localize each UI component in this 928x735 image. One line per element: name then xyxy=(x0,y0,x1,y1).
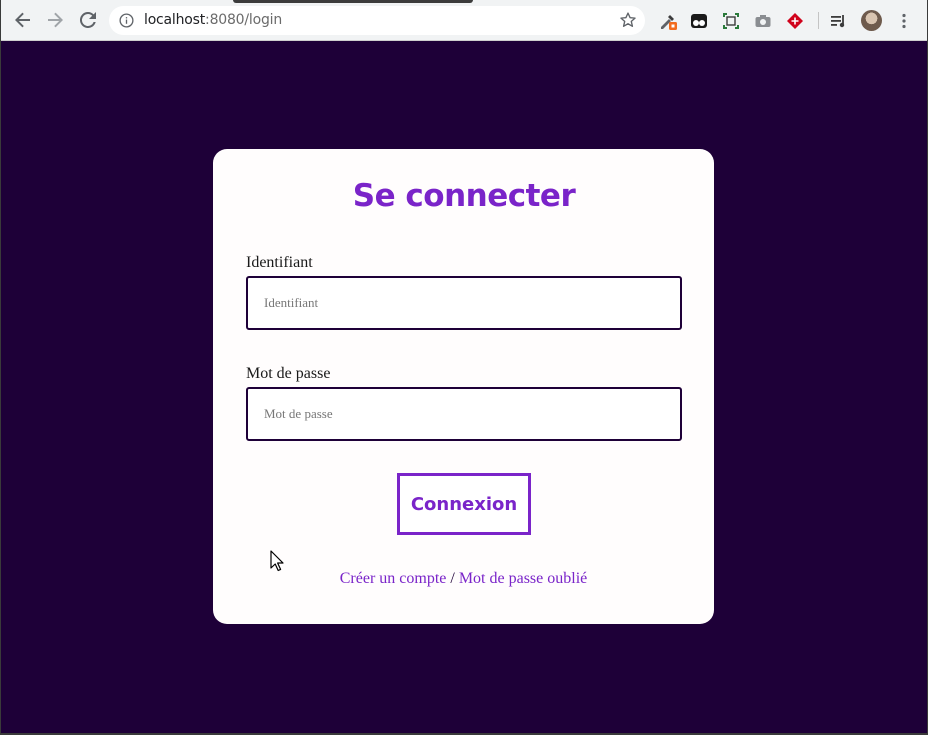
screenshot-crop-icon[interactable] xyxy=(721,11,741,31)
username-input[interactable] xyxy=(246,276,682,330)
url-path: :8080/login xyxy=(205,12,283,28)
active-tab-edge xyxy=(233,0,473,3)
red-diamond-extension-icon[interactable] xyxy=(785,11,805,31)
arrow-right-icon xyxy=(48,12,63,28)
links-separator: / xyxy=(450,570,455,587)
back-button[interactable] xyxy=(12,9,34,31)
kebab-menu-icon[interactable] xyxy=(894,11,914,31)
star-icon[interactable] xyxy=(619,11,637,29)
forgot-password-link[interactable]: Mot de passe oublié xyxy=(459,570,587,587)
password-label: Mot de passe xyxy=(246,365,331,382)
reload-button[interactable] xyxy=(77,9,99,31)
arrow-left-icon xyxy=(15,12,30,28)
username-label: Identifiant xyxy=(246,254,313,271)
forward-button[interactable] xyxy=(44,9,66,31)
info-circle-icon[interactable] xyxy=(119,13,134,28)
eyedropper-extension-icon[interactable] xyxy=(658,11,678,31)
create-account-link[interactable]: Créer un compte xyxy=(340,570,447,587)
page-title: Se connecter xyxy=(352,178,576,214)
address-bar[interactable]: localhost:8080/login xyxy=(109,6,645,35)
account-links: Créer un compte / Mot de passe oublié xyxy=(213,570,714,588)
login-button[interactable]: Connexion xyxy=(397,473,531,535)
password-input[interactable] xyxy=(246,387,682,441)
camera-icon[interactable] xyxy=(753,11,773,31)
browser-toolbar: localhost:8080/login xyxy=(1,0,927,41)
media-queue-icon[interactable] xyxy=(829,11,849,31)
tampermonkey-icon[interactable] xyxy=(689,11,709,31)
url-text[interactable]: localhost:8080/login xyxy=(144,12,282,29)
toolbar-divider xyxy=(818,12,819,29)
mouse-pointer-icon xyxy=(270,550,284,572)
reload-icon xyxy=(80,12,96,28)
profile-avatar[interactable] xyxy=(861,10,882,31)
url-host: localhost xyxy=(144,12,206,28)
browser-window: localhost:8080/login Se connecter Identi… xyxy=(0,0,928,735)
